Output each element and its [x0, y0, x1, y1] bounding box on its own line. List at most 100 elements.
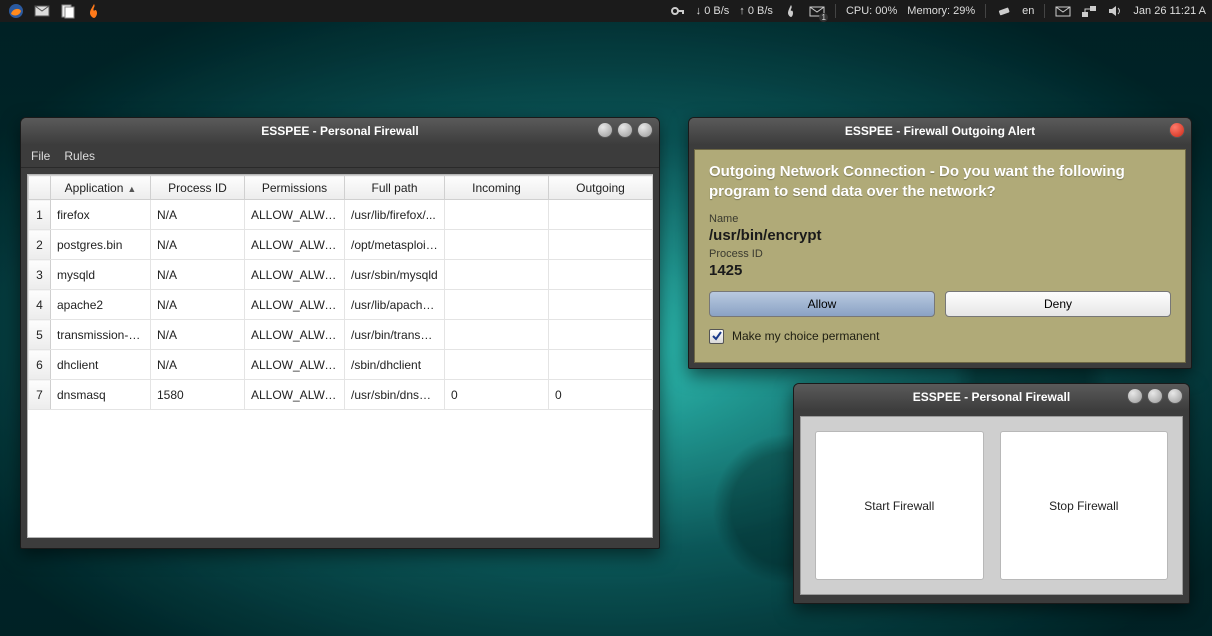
- minimize-button[interactable]: [1127, 388, 1143, 404]
- table-cell: /usr/sbin/dnsmasq: [345, 380, 445, 410]
- table-cell: [549, 200, 653, 230]
- table-cell: [549, 290, 653, 320]
- table-cell: firefox: [51, 200, 151, 230]
- table-row[interactable]: 3mysqldN/AALLOW_ALWAYS/usr/sbin/mysqld: [29, 260, 653, 290]
- table-cell: [445, 260, 549, 290]
- table-cell: ALLOW_ALWAYS: [245, 350, 345, 380]
- table-cell: N/A: [151, 230, 245, 260]
- table-cell: ALLOW_ALWAYS: [245, 230, 345, 260]
- mail-launcher-icon[interactable]: [34, 3, 50, 19]
- table-cell: 1580: [151, 380, 245, 410]
- row-number: 2: [29, 230, 51, 260]
- volume-tray-icon[interactable]: [1107, 3, 1123, 19]
- keyboard-layout-indicator[interactable]: en: [1022, 5, 1034, 17]
- row-number: 3: [29, 260, 51, 290]
- table-cell: /sbin/dhclient: [345, 350, 445, 380]
- table-cell: ALLOW_ALWAYS: [245, 260, 345, 290]
- table-cell: [445, 350, 549, 380]
- table-cell: [549, 320, 653, 350]
- table-row[interactable]: 6dhclientN/AALLOW_ALWAYS/sbin/dhclient: [29, 350, 653, 380]
- window-title: ESSPEE - Firewall Outgoing Alert: [845, 124, 1035, 138]
- table-cell: N/A: [151, 260, 245, 290]
- table-cell: [549, 350, 653, 380]
- column-header[interactable]: [29, 176, 51, 200]
- table-cell: N/A: [151, 320, 245, 350]
- memory-label: Memory: 29%: [907, 5, 975, 17]
- start-firewall-button[interactable]: Start Firewall: [815, 431, 984, 580]
- net-up-label: ↑ 0 B/s: [739, 5, 773, 17]
- alert-titlebar[interactable]: ESSPEE - Firewall Outgoing Alert: [689, 118, 1191, 144]
- table-cell: ALLOW_ALWAYS: [245, 200, 345, 230]
- table-row[interactable]: 2postgres.binN/AALLOW_ALWAYS/opt/metaspl…: [29, 230, 653, 260]
- files-launcher-icon[interactable]: [60, 3, 76, 19]
- close-button[interactable]: [1167, 388, 1183, 404]
- stop-firewall-button[interactable]: Stop Firewall: [1000, 431, 1169, 580]
- table-row[interactable]: 7dnsmasq1580ALLOW_ALWAYS/usr/sbin/dnsmas…: [29, 380, 653, 410]
- network-tray-icon[interactable]: [1081, 3, 1097, 19]
- table-cell: mysqld: [51, 260, 151, 290]
- cpu-label: CPU: 00%: [846, 5, 897, 17]
- close-button[interactable]: [1169, 122, 1185, 138]
- table-cell: [549, 230, 653, 260]
- close-button[interactable]: [637, 122, 653, 138]
- rules-table: Application▲Process IDPermissionsFull pa…: [28, 175, 653, 410]
- row-number: 5: [29, 320, 51, 350]
- table-cell: [445, 290, 549, 320]
- table-cell: dhclient: [51, 350, 151, 380]
- column-header[interactable]: Process ID: [151, 176, 245, 200]
- control-titlebar[interactable]: ESSPEE - Personal Firewall: [794, 384, 1189, 410]
- top-panel: ↓ 0 B/s ↑ 0 B/s 1 CPU: 00% Memory: 29% e…: [0, 0, 1212, 22]
- table-cell: 0: [445, 380, 549, 410]
- minimize-button[interactable]: [597, 122, 613, 138]
- permanent-checkbox[interactable]: [709, 329, 724, 344]
- table-cell: ALLOW_ALWAYS: [245, 290, 345, 320]
- alert-pid-label: Process ID: [709, 248, 1171, 260]
- permanent-label: Make my choice permanent: [732, 329, 879, 343]
- deny-button[interactable]: Deny: [945, 291, 1171, 317]
- allow-button[interactable]: Allow: [709, 291, 935, 317]
- row-number: 7: [29, 380, 51, 410]
- mail-tray-icon[interactable]: 1: [809, 3, 825, 19]
- window-title: ESSPEE - Personal Firewall: [261, 124, 418, 138]
- table-cell: apache2: [51, 290, 151, 320]
- table-cell: /usr/lib/firefox/...: [345, 200, 445, 230]
- menubar: File Rules: [21, 144, 659, 168]
- eraser-tray-icon[interactable]: [996, 3, 1012, 19]
- maximize-button[interactable]: [617, 122, 633, 138]
- table-cell: dnsmasq: [51, 380, 151, 410]
- table-cell: N/A: [151, 290, 245, 320]
- column-header[interactable]: Outgoing: [549, 176, 653, 200]
- clock-label[interactable]: Jan 26 11:21 A: [1133, 5, 1206, 17]
- table-row[interactable]: 1firefoxN/AALLOW_ALWAYS/usr/lib/firefox/…: [29, 200, 653, 230]
- table-cell: postgres.bin: [51, 230, 151, 260]
- alert-name-value: /usr/bin/encrypt: [709, 227, 1171, 244]
- table-cell: [445, 200, 549, 230]
- table-cell: [549, 260, 653, 290]
- table-cell: /usr/sbin/mysqld: [345, 260, 445, 290]
- menu-rules[interactable]: Rules: [64, 149, 95, 163]
- firewall-main-titlebar[interactable]: ESSPEE - Personal Firewall: [21, 118, 659, 144]
- column-header[interactable]: Permissions: [245, 176, 345, 200]
- table-cell: transmission-gtk: [51, 320, 151, 350]
- table-cell: /opt/metasploit/...: [345, 230, 445, 260]
- firefox-launcher-icon[interactable]: [8, 3, 24, 19]
- row-number: 1: [29, 200, 51, 230]
- table-cell: /usr/lib/apache2...: [345, 290, 445, 320]
- alert-heading: Outgoing Network Connection - Do you wan…: [709, 162, 1171, 203]
- column-header[interactable]: Full path: [345, 176, 445, 200]
- firewall-alert-window: ESSPEE - Firewall Outgoing Alert Outgoin…: [688, 117, 1192, 369]
- key-tray-icon[interactable]: [670, 3, 686, 19]
- maximize-button[interactable]: [1147, 388, 1163, 404]
- menu-file[interactable]: File: [31, 149, 50, 163]
- table-cell: [445, 230, 549, 260]
- table-cell: N/A: [151, 200, 245, 230]
- firewall-main-window: ESSPEE - Personal Firewall File Rules Ap…: [20, 117, 660, 549]
- table-row[interactable]: 4apache2N/AALLOW_ALWAYS/usr/lib/apache2.…: [29, 290, 653, 320]
- fire-launcher-icon[interactable]: [86, 3, 102, 19]
- envelope-tray-icon[interactable]: [1055, 3, 1071, 19]
- column-header[interactable]: Application▲: [51, 176, 151, 200]
- table-row[interactable]: 5transmission-gtkN/AALLOW_ALWAYS/usr/bin…: [29, 320, 653, 350]
- flame-tray-icon[interactable]: [783, 3, 799, 19]
- column-header[interactable]: Incoming: [445, 176, 549, 200]
- table-cell: [445, 320, 549, 350]
